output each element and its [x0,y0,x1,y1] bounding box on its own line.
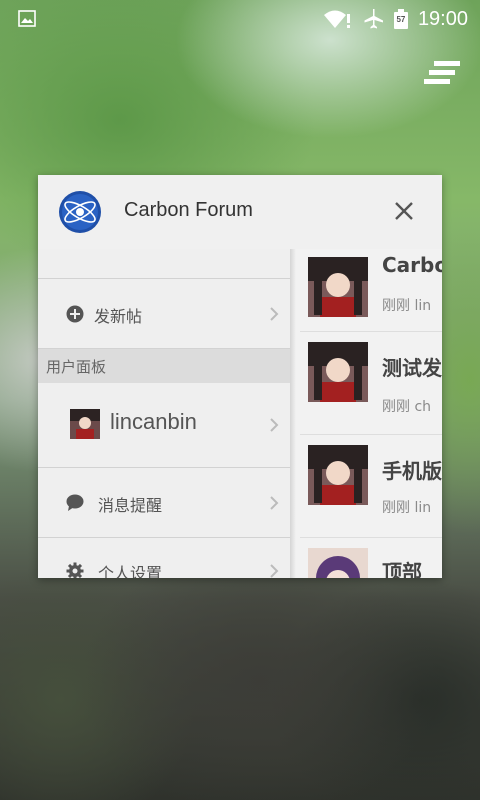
airplane-icon [364,9,383,29]
user-avatar [308,257,368,317]
topic-meta: 刚刚 lin [382,298,432,314]
battery-icon: 57 [393,9,408,29]
add-circle-icon [66,305,84,323]
topic-title: Carbo [382,253,442,277]
image-icon [18,10,36,27]
chevron-right-icon [270,418,279,432]
topic-meta: 刚刚 lin [382,500,432,516]
new-post-label: 发新帖 [94,307,143,326]
clock: 19:00 [417,7,468,30]
topic-title: 测试发 [382,356,442,380]
user-avatar [308,548,368,578]
close-icon[interactable] [390,197,418,225]
list-item[interactable]: 测试发 刚刚 ch [300,332,442,435]
gear-icon [66,562,84,578]
user-avatar [308,342,368,402]
drawer-item-new-post[interactable]: 发新帖 [38,279,290,349]
status-bar: 57 19:00 [0,0,480,38]
card-header: Carbon Forum [38,175,442,249]
username: lincanbin [110,409,197,434]
messages-label: 消息提醒 [98,496,163,515]
list-item[interactable]: 手机版 刚刚 lin [300,435,442,538]
topic-title: 手机版 [382,459,442,483]
app-title: Carbon Forum [124,199,253,221]
recents-stack-icon[interactable] [420,58,464,90]
carbon-forum-logo [59,191,101,233]
drawer-item-settings[interactable]: 个人设置 [38,538,290,578]
avatar [70,409,100,439]
chevron-right-icon [270,307,279,321]
list-item[interactable]: Carbo 刚刚 lin [300,249,442,332]
drawer-item-partial[interactable] [38,249,290,279]
battery-level: 57 [396,15,406,24]
chevron-right-icon [270,564,279,578]
wifi-warning-icon [323,10,350,28]
list-item[interactable]: 顶部 [300,538,442,578]
drawer-shadow [290,249,296,578]
topic-list: Carbo 刚刚 lin 测试发 刚刚 ch 手机版 刚刚 lin 顶部 [290,249,442,578]
topic-meta: 刚刚 ch [382,399,432,415]
chevron-right-icon [270,496,279,510]
user-avatar [308,445,368,505]
navigation-drawer: 发新帖 用户面板 lincanbin 消息提醒 个人设置 [38,249,290,578]
section-header-user-panel: 用户面板 [38,349,290,383]
app-snapshot: 发新帖 用户面板 lincanbin 消息提醒 个人设置 Carbo 刚刚 li… [38,249,442,578]
settings-label: 个人设置 [98,564,163,578]
drawer-item-messages[interactable]: 消息提醒 [38,468,290,538]
recent-app-card[interactable]: Carbon Forum 发新帖 用户面板 lincanbin 消息提醒 个人设… [38,175,442,578]
drawer-item-profile[interactable]: lincanbin [38,383,290,468]
chat-bubble-icon [66,494,84,511]
topic-title: 顶部 [382,560,422,578]
section-label: 用户面板 [46,358,107,376]
